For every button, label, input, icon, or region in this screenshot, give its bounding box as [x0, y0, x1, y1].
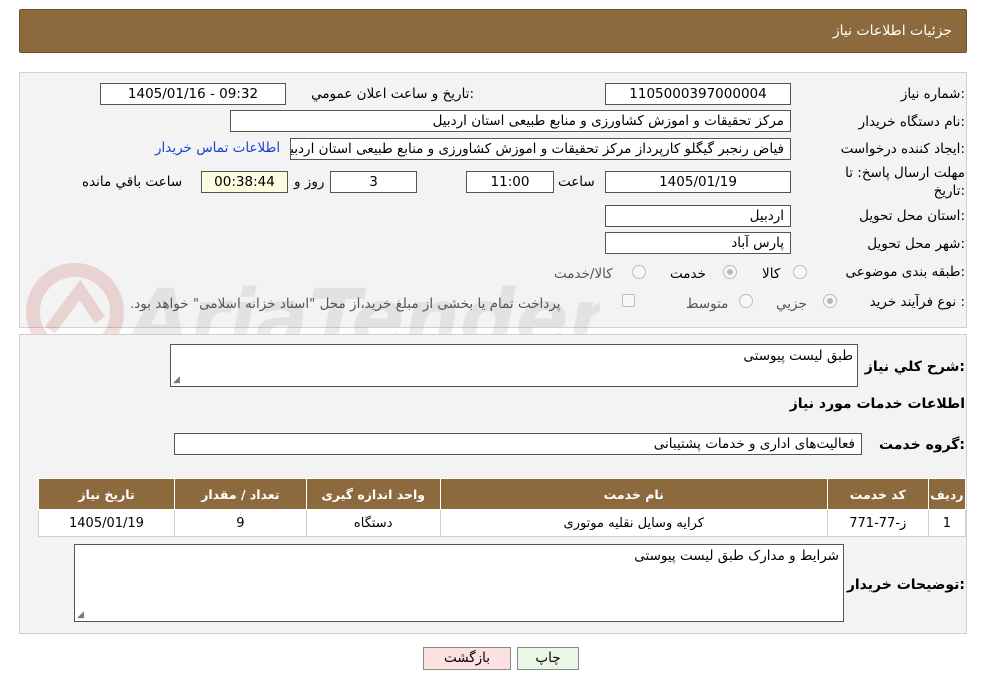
process-radio-minor[interactable]: [823, 294, 837, 308]
description-label: شرح کلي نياز:: [864, 359, 965, 375]
days-field: 3: [330, 171, 417, 193]
description-text: طبق لیست پیوستی: [743, 348, 853, 364]
category-option-service: خدمت: [670, 266, 706, 282]
need-number-label: شماره نیاز:: [900, 86, 965, 102]
cell-service-name: کرايه وسايل نقليه موتوری: [439, 509, 828, 537]
deadline-label-date: تاريخ:: [933, 183, 965, 199]
province-field: اردبیل: [605, 205, 791, 227]
page-header: جزئیات اطلاعات نیاز: [19, 9, 967, 53]
category-option-goods: كالا: [762, 266, 781, 282]
page-title: جزئیات اطلاعات نیاز: [832, 23, 952, 39]
cell-row: 1: [927, 509, 967, 537]
cell-service-code: ز-77-771: [826, 509, 929, 537]
process-radio-medium[interactable]: [739, 294, 753, 308]
announce-datetime-label: تاريخ و ساعت اعلان عمومي:: [311, 86, 474, 102]
announce-datetime-field: 1405/01/16 - 09:32: [100, 83, 286, 105]
cell-need-date: 1405/01/19: [38, 509, 175, 537]
days-label: روز و: [294, 174, 325, 190]
creator-field: فیاض رنجبر گیگلو کارپرداز مرکز تحقیقات و…: [290, 138, 791, 160]
buyer-notes-textarea[interactable]: شرایط و مدارک طبق لیست پیوستی ◢: [74, 544, 844, 622]
category-option-goods-service: كالا/خدمت: [554, 266, 613, 282]
cell-unit: دستگاه: [305, 509, 441, 537]
services-section-title: اطلاعات خدمات مورد نياز: [789, 396, 965, 412]
resize-grip-icon[interactable]: ◢: [173, 375, 180, 385]
resize-grip-icon[interactable]: ◢: [77, 610, 84, 620]
process-option-minor: جزيي: [776, 296, 807, 312]
service-group-field: فعاليت‌های اداری و خدمات پشتيبانی: [174, 433, 862, 455]
buyer-notes-label: توضيحات خريدار:: [846, 577, 965, 593]
treasury-payment-checkbox[interactable]: [622, 294, 635, 307]
table-row: 1 ز-77-771 کرايه وسايل نقليه موتوری دستگ…: [38, 509, 967, 537]
city-field: پارس آباد: [605, 232, 791, 254]
services-table: رديف کد خدمت نام خدمت واحد اندازه گيری ت…: [38, 478, 967, 537]
province-label: استان محل تحويل:: [859, 208, 965, 224]
creator-label: ايجاد کننده درخواست:: [840, 141, 965, 157]
deadline-time-field: 11:00: [466, 171, 554, 193]
col-row: رديف: [927, 478, 967, 510]
col-service-name: نام خدمت: [439, 478, 828, 510]
process-option-medium: متوسط: [686, 296, 729, 312]
buyer-org-label: نام دستگاه خريدار:: [858, 114, 965, 130]
category-radio-goods[interactable]: [793, 265, 807, 279]
process-label: نوع فرآيند خريد :: [869, 294, 965, 310]
cell-quantity: 9: [173, 509, 307, 537]
services-table-header: رديف کد خدمت نام خدمت واحد اندازه گيری ت…: [38, 478, 967, 510]
description-textarea[interactable]: طبق لیست پیوستی ◢: [170, 344, 858, 387]
print-button[interactable]: چاپ: [517, 647, 579, 670]
buyer-notes-text: شرایط و مدارک طبق لیست پیوستی: [634, 548, 839, 564]
col-unit: واحد اندازه گيری: [305, 478, 441, 510]
col-service-code: کد خدمت: [826, 478, 929, 510]
category-radio-service[interactable]: [723, 265, 737, 279]
col-quantity: تعداد / مقدار: [173, 478, 307, 510]
buyer-contact-link[interactable]: اطلاعات تماس خريدار: [155, 140, 280, 156]
treasury-payment-note: پرداخت تمام يا بخشی از مبلغ خريد،از محل …: [130, 296, 561, 312]
deadline-label: مهلت ارسال پاسخ: تا: [845, 165, 965, 181]
deadline-time-label: ساعت: [558, 174, 595, 190]
deadline-date-field: 1405/01/19: [605, 171, 791, 193]
remaining-time-label: ساعت باقي مانده: [82, 174, 183, 190]
category-radio-goods-service[interactable]: [632, 265, 646, 279]
buyer-org-field: مرکز تحقیقات و اموزش کشاورزی و منابع طبی…: [230, 110, 791, 132]
back-button[interactable]: بازگشت: [423, 647, 511, 670]
col-need-date: تاريخ نياز: [38, 478, 175, 510]
service-group-label: گروه خدمت:: [879, 437, 965, 453]
city-label: شهر محل تحويل:: [867, 236, 965, 252]
category-label: طبقه بندی موضوعی:: [845, 264, 965, 280]
need-number-field: 1105000397000004: [605, 83, 791, 105]
remaining-time-field: 00:38:44: [201, 171, 288, 193]
